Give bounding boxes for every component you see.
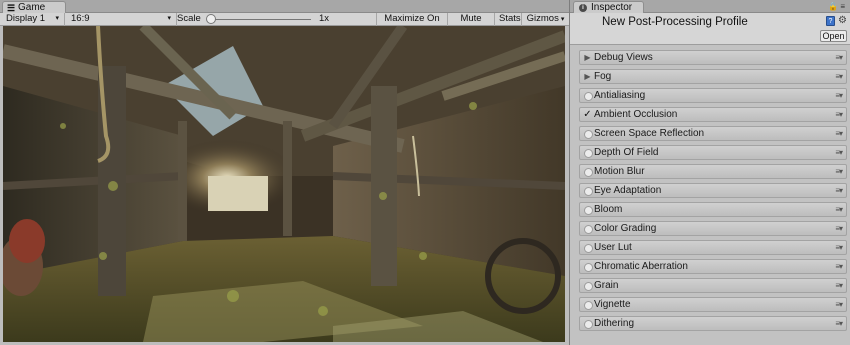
effect-label: Antialiasing: [594, 90, 646, 101]
effect-label: Debug Views: [594, 52, 653, 63]
effect-bloom[interactable]: Bloom ≡▾: [579, 202, 847, 217]
stats-button[interactable]: Stats: [494, 13, 521, 26]
row-menu-icon[interactable]: ≡▾: [835, 222, 843, 235]
mute-audio-button[interactable]: Mute Audio: [447, 13, 494, 36]
effect-eye-adaptation[interactable]: Eye Adaptation ≡▾: [579, 183, 847, 198]
effect-label: Vignette: [594, 299, 631, 310]
effect-list: ▶ Debug Views ≡▾ ▶ Fog ≡▾ Antialiasing ≡…: [579, 50, 847, 335]
row-menu-icon[interactable]: ≡▾: [835, 260, 843, 273]
effect-vignette[interactable]: Vignette ≡▾: [579, 297, 847, 312]
row-menu-icon[interactable]: ≡▾: [835, 51, 843, 64]
aspect-dropdown-value: 16:9: [71, 13, 90, 24]
zoom-value: 1x: [319, 13, 330, 24]
foldout-arrow-icon[interactable]: ▶: [583, 52, 592, 63]
effect-screen-space-reflection[interactable]: Screen Space Reflection ≡▾: [579, 126, 847, 141]
effect-label: Eye Adaptation: [594, 185, 662, 196]
effect-label: Color Grading: [594, 223, 657, 234]
effect-dithering[interactable]: Dithering ≡▾: [579, 316, 847, 331]
chevron-down-icon: ▾: [55, 15, 59, 22]
row-menu-icon[interactable]: ≡▾: [835, 298, 843, 311]
effect-motion-blur[interactable]: Motion Blur ≡▾: [579, 164, 847, 179]
effect-label: User Lut: [594, 242, 632, 253]
gizmos-label: Gizmos: [526, 13, 559, 24]
toggle-off-icon[interactable]: [583, 280, 593, 291]
effect-label: Dithering: [594, 318, 635, 329]
gear-icon[interactable]: ⚙: [838, 15, 847, 26]
toggle-off-icon[interactable]: [583, 90, 593, 101]
toggle-off-icon[interactable]: [583, 166, 593, 177]
row-menu-icon[interactable]: ≡▾: [835, 70, 843, 83]
effect-grain[interactable]: Grain ≡▾: [579, 278, 847, 293]
toggle-off-icon[interactable]: [583, 185, 593, 196]
chevron-down-icon: ▾: [167, 15, 171, 22]
row-menu-icon[interactable]: ≡▾: [835, 241, 843, 254]
toggle-off-icon[interactable]: [583, 261, 593, 272]
row-menu-icon[interactable]: ≡▾: [835, 127, 843, 140]
scale-slider-thumb[interactable]: [206, 14, 216, 24]
chevron-down-icon: ▾: [560, 16, 565, 23]
row-menu-icon[interactable]: ≡▾: [835, 165, 843, 178]
scale-label: Scale: [177, 13, 201, 24]
game-panel: ☰ Game Display 1 ▾ 16:9 ▾ Scale 1x Maxim…: [0, 0, 569, 345]
row-menu-icon[interactable]: ≡▾: [835, 89, 843, 102]
toggle-off-icon[interactable]: [583, 223, 593, 234]
gizmos-dropdown[interactable]: Gizmos ▾: [521, 13, 569, 26]
effect-label: Chromatic Aberration: [594, 261, 688, 272]
window-menu-icon[interactable]: 🔒≡: [828, 1, 847, 12]
effect-label: Ambient Occlusion: [594, 109, 678, 120]
tab-game-label: Game: [18, 2, 46, 13]
foldout-arrow-icon[interactable]: ▶: [583, 71, 592, 82]
row-menu-icon[interactable]: ≡▾: [835, 146, 843, 159]
effect-ambient-occlusion[interactable]: ✓ Ambient Occlusion ≡▾: [579, 107, 847, 122]
effect-label: Motion Blur: [594, 166, 645, 177]
display-dropdown-value: Display 1: [6, 13, 46, 24]
profile-header: New Post-Processing Profile ? ⚙ Open: [570, 13, 850, 45]
open-button[interactable]: Open: [820, 30, 847, 42]
row-menu-icon[interactable]: ≡▾: [835, 279, 843, 292]
game-toolbar: Display 1 ▾ 16:9 ▾ Scale 1x Maximize On …: [0, 13, 569, 36]
barn-scene: [3, 26, 565, 342]
effect-label: Grain: [594, 280, 619, 291]
inspector-panel: i Inspector 🔒≡ New Post-Processing Profi…: [569, 0, 850, 345]
row-menu-icon[interactable]: ≡▾: [835, 184, 843, 197]
scale-slider-track[interactable]: [211, 19, 311, 20]
toggle-off-icon[interactable]: [583, 318, 593, 329]
effect-label: Screen Space Reflection: [594, 128, 705, 139]
row-menu-icon[interactable]: ≡▾: [835, 203, 843, 216]
info-icon: i: [579, 4, 587, 12]
row-menu-icon[interactable]: ≡▾: [835, 317, 843, 330]
toggle-off-icon[interactable]: [583, 128, 593, 139]
unity-editor: ☰ Game Display 1 ▾ 16:9 ▾ Scale 1x Maxim…: [0, 0, 850, 345]
toggle-off-icon[interactable]: [583, 147, 593, 158]
game-tab-strip: ☰ Game: [0, 0, 569, 14]
checkmark-icon[interactable]: ✓: [583, 109, 592, 120]
aspect-dropdown[interactable]: 16:9 ▾: [65, 13, 177, 26]
maximize-on-play-button[interactable]: Maximize On Play: [376, 13, 447, 36]
effect-depth-of-field[interactable]: Depth Of Field ≡▾: [579, 145, 847, 160]
effect-fog[interactable]: ▶ Fog ≡▾: [579, 69, 847, 84]
help-icon[interactable]: ?: [826, 16, 835, 26]
effect-label: Depth Of Field: [594, 147, 659, 158]
effect-color-grading[interactable]: Color Grading ≡▾: [579, 221, 847, 236]
tab-inspector-label: Inspector: [591, 2, 633, 13]
row-menu-icon[interactable]: ≡▾: [835, 108, 843, 121]
effect-debug-views[interactable]: ▶ Debug Views ≡▾: [579, 50, 847, 65]
toggle-off-icon[interactable]: [583, 299, 593, 310]
effect-chromatic-aberration[interactable]: Chromatic Aberration ≡▾: [579, 259, 847, 274]
display-dropdown[interactable]: Display 1 ▾: [0, 13, 65, 26]
inspector-tab-strip: i Inspector 🔒≡: [570, 0, 850, 14]
toggle-off-icon[interactable]: [583, 204, 593, 215]
game-viewport[interactable]: [3, 26, 565, 342]
effect-user-lut[interactable]: User Lut ≡▾: [579, 240, 847, 255]
effect-label: Bloom: [594, 204, 623, 215]
profile-title: New Post-Processing Profile: [602, 16, 748, 28]
toggle-off-icon[interactable]: [583, 242, 593, 253]
effect-label: Fog: [594, 71, 612, 82]
effect-antialiasing[interactable]: Antialiasing ≡▾: [579, 88, 847, 103]
